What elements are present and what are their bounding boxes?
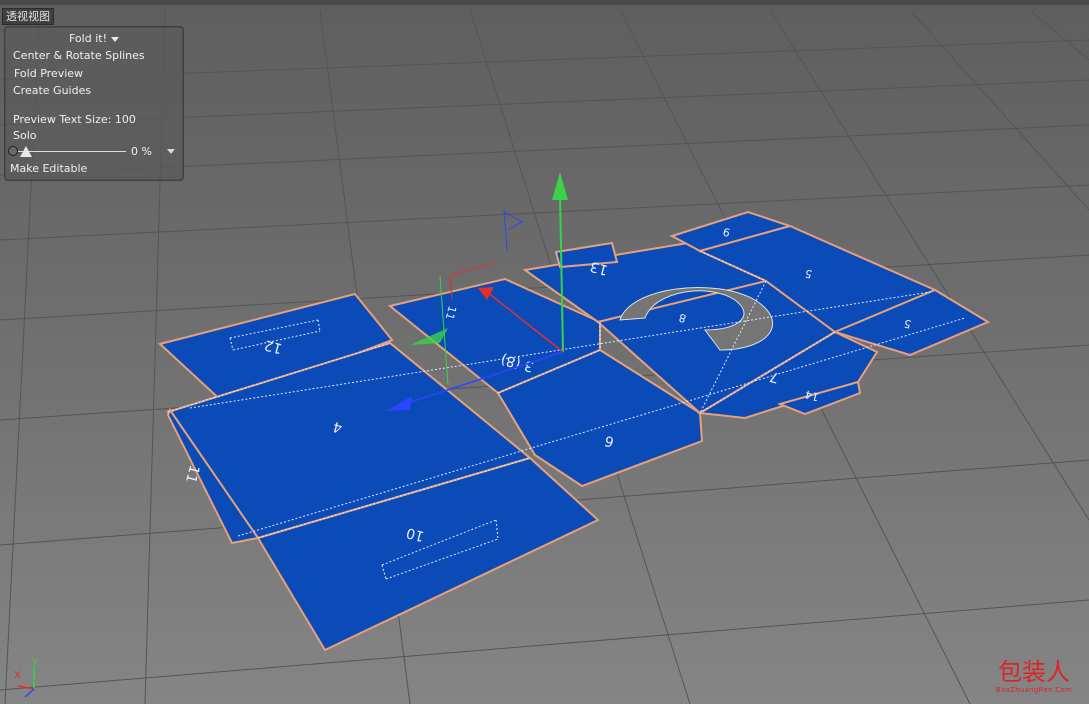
fold-slider-value: 0 % [131,145,152,158]
slider-options-chevron-icon[interactable] [167,149,175,154]
watermark-logo: 包装人 BaoZhuangRen.Com [984,658,1084,698]
watermark-main: 包装人 [998,658,1070,686]
axis-y-label: Y [31,658,39,669]
fold-slider-track[interactable] [18,151,126,152]
center-rotate-splines-button[interactable]: Center & Rotate Splines [13,49,145,62]
slider-keyframe-dot-icon[interactable] [8,146,18,156]
hud-title-label: Fold it! [69,32,107,45]
fold-preview-button[interactable]: Fold Preview [14,67,83,80]
world-axis-indicator: Y X [14,658,39,698]
make-editable-button[interactable]: Make Editable [10,162,87,175]
solo-toggle[interactable]: Solo [13,129,37,142]
fold-slider-thumb[interactable] [20,146,32,157]
watermark-sub: BaoZhuangRen.Com [995,686,1073,694]
create-guides-button[interactable]: Create Guides [13,84,91,97]
hud-title[interactable]: Fold it! [69,32,119,45]
fold-it-hud-panel[interactable]: Fold it! Center & Rotate Splines Fold Pr… [4,26,184,181]
viewport-title[interactable]: 透视视图 [2,8,54,25]
preview-text-size-field[interactable]: Preview Text Size: 100 [13,113,136,126]
3d-viewport[interactable]: 12 4 10 11 3 (8) 6 13 8 7 14 9 5 5 11 透视… [0,0,1089,704]
viewport-top-border [0,0,1089,5]
dropdown-icon [110,36,119,42]
axis-x-label: X [14,670,21,681]
